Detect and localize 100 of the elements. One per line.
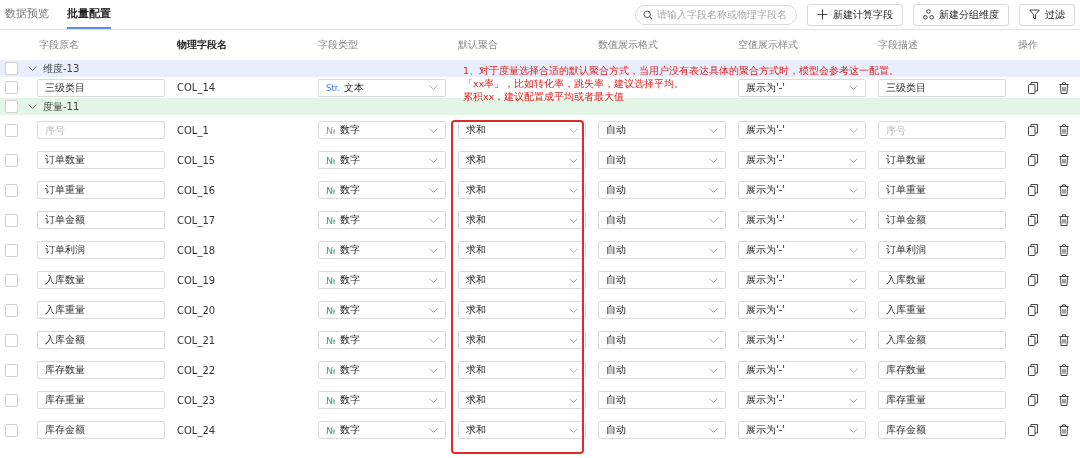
- copy-icon[interactable]: [1028, 274, 1038, 286]
- type-select[interactable]: № 数字: [318, 151, 446, 169]
- format-select[interactable]: 自动: [598, 361, 726, 379]
- null-style-select[interactable]: 展示为'-': [738, 271, 866, 289]
- description-field[interactable]: 入库金额: [878, 331, 1006, 349]
- copy-icon[interactable]: [1028, 244, 1038, 256]
- copy-icon[interactable]: [1028, 424, 1038, 436]
- type-select[interactable]: № 数字: [318, 361, 446, 379]
- format-select[interactable]: 自动: [598, 121, 726, 139]
- copy-icon[interactable]: [1028, 304, 1038, 316]
- description-field[interactable]: 入库数量: [878, 271, 1006, 289]
- description-field[interactable]: 订单数量: [878, 151, 1006, 169]
- type-select[interactable]: № 数字: [318, 301, 446, 319]
- description-field[interactable]: 三级类目: [878, 78, 1006, 97]
- delete-icon[interactable]: [1059, 244, 1069, 256]
- copy-icon[interactable]: [1028, 124, 1038, 136]
- format-select[interactable]: 自动: [598, 271, 726, 289]
- copy-icon[interactable]: [1028, 364, 1038, 376]
- format-select[interactable]: 自动: [598, 331, 726, 349]
- name-field[interactable]: 三级类目: [37, 78, 165, 97]
- null-style-select[interactable]: 展示为'-': [738, 421, 866, 439]
- name-field[interactable]: 入库重量: [37, 301, 165, 319]
- name-field[interactable]: 库存重量: [37, 391, 165, 409]
- checkbox[interactable]: [5, 243, 18, 257]
- null-style-select[interactable]: 展示为'-': [738, 151, 866, 169]
- null-style-select[interactable]: 展示为'-': [738, 121, 866, 139]
- type-select[interactable]: № 数字: [318, 271, 446, 289]
- delete-icon[interactable]: [1059, 184, 1069, 196]
- name-field[interactable]: 订单金额: [37, 211, 165, 229]
- type-select[interactable]: № 数字: [318, 391, 446, 409]
- name-field[interactable]: 订单利润: [37, 241, 165, 259]
- checkbox[interactable]: [5, 100, 18, 113]
- format-select[interactable]: 自动: [598, 241, 726, 259]
- tab[interactable]: 批量配置: [67, 0, 111, 29]
- format-select[interactable]: 自动: [598, 421, 726, 439]
- checkbox[interactable]: [5, 423, 18, 437]
- null-style-select[interactable]: 展示为'-': [738, 211, 866, 229]
- delete-icon[interactable]: [1059, 364, 1069, 376]
- description-field[interactable]: 订单利润: [878, 241, 1006, 259]
- name-field[interactable]: 订单数量: [37, 151, 165, 169]
- description-field[interactable]: 库存数量: [878, 361, 1006, 379]
- delete-icon[interactable]: [1059, 424, 1069, 436]
- delete-icon[interactable]: [1059, 214, 1069, 226]
- checkbox[interactable]: [5, 123, 18, 137]
- aggregation-select[interactable]: 求和: [458, 211, 586, 229]
- delete-icon[interactable]: [1059, 274, 1069, 286]
- name-field[interactable]: 入库金额: [37, 331, 165, 349]
- toolbar-button[interactable]: 过滤: [1019, 3, 1075, 26]
- aggregation-select[interactable]: 求和: [458, 271, 586, 289]
- type-select[interactable]: Str. 文本: [318, 78, 446, 97]
- description-field[interactable]: 订单重量: [878, 181, 1006, 199]
- description-field[interactable]: 序号: [878, 121, 1006, 139]
- type-select[interactable]: № 数字: [318, 241, 446, 259]
- description-field[interactable]: 入库重量: [878, 301, 1006, 319]
- null-style-select[interactable]: 展示为'-': [738, 301, 866, 319]
- null-style-select[interactable]: 展示为'-': [738, 331, 866, 349]
- checkbox[interactable]: [5, 363, 18, 377]
- checkbox[interactable]: [5, 303, 18, 317]
- format-select[interactable]: 自动: [598, 301, 726, 319]
- null-style-select[interactable]: 展示为'-': [738, 391, 866, 409]
- aggregation-select[interactable]: 求和: [458, 151, 586, 169]
- format-select[interactable]: 自动: [598, 151, 726, 169]
- null-style-select[interactable]: 展示为'-': [738, 78, 866, 97]
- type-select[interactable]: № 数字: [318, 211, 446, 229]
- aggregation-select[interactable]: 求和: [458, 391, 586, 409]
- checkbox[interactable]: [5, 81, 18, 94]
- aggregation-select[interactable]: 求和: [458, 181, 586, 199]
- name-field[interactable]: 库存金额: [37, 421, 165, 439]
- delete-icon[interactable]: [1059, 154, 1069, 166]
- aggregation-select[interactable]: 求和: [458, 331, 586, 349]
- chevron-down-icon[interactable]: [28, 64, 37, 73]
- copy-icon[interactable]: [1028, 334, 1038, 346]
- copy-icon[interactable]: [1028, 184, 1038, 196]
- toolbar-button[interactable]: 新建计算字段: [807, 3, 903, 26]
- delete-icon[interactable]: [1059, 334, 1069, 346]
- checkbox[interactable]: [5, 62, 18, 75]
- description-field[interactable]: 订单金额: [878, 211, 1006, 229]
- copy-icon[interactable]: [1028, 394, 1038, 406]
- format-select[interactable]: 自动: [598, 391, 726, 409]
- name-field[interactable]: 库存数量: [37, 361, 165, 379]
- aggregation-select[interactable]: 求和: [458, 241, 586, 259]
- checkbox[interactable]: [5, 333, 18, 347]
- copy-icon[interactable]: [1028, 154, 1038, 166]
- delete-icon[interactable]: [1059, 81, 1069, 94]
- delete-icon[interactable]: [1059, 124, 1069, 136]
- checkbox[interactable]: [5, 183, 18, 197]
- copy-icon[interactable]: [1028, 214, 1038, 226]
- checkbox[interactable]: [5, 213, 18, 227]
- name-field[interactable]: 序号: [37, 121, 165, 139]
- null-style-select[interactable]: 展示为'-': [738, 181, 866, 199]
- aggregation-select[interactable]: 求和: [458, 301, 586, 319]
- format-select[interactable]: 自动: [598, 211, 726, 229]
- name-field[interactable]: 入库数量: [37, 271, 165, 289]
- name-field[interactable]: 订单重量: [37, 181, 165, 199]
- chevron-down-icon[interactable]: [28, 102, 37, 111]
- null-style-select[interactable]: 展示为'-': [738, 241, 866, 259]
- checkbox[interactable]: [5, 393, 18, 407]
- null-style-select[interactable]: 展示为'-': [738, 361, 866, 379]
- aggregation-select[interactable]: 求和: [458, 361, 586, 379]
- toolbar-button[interactable]: 新建分组维度: [913, 3, 1009, 26]
